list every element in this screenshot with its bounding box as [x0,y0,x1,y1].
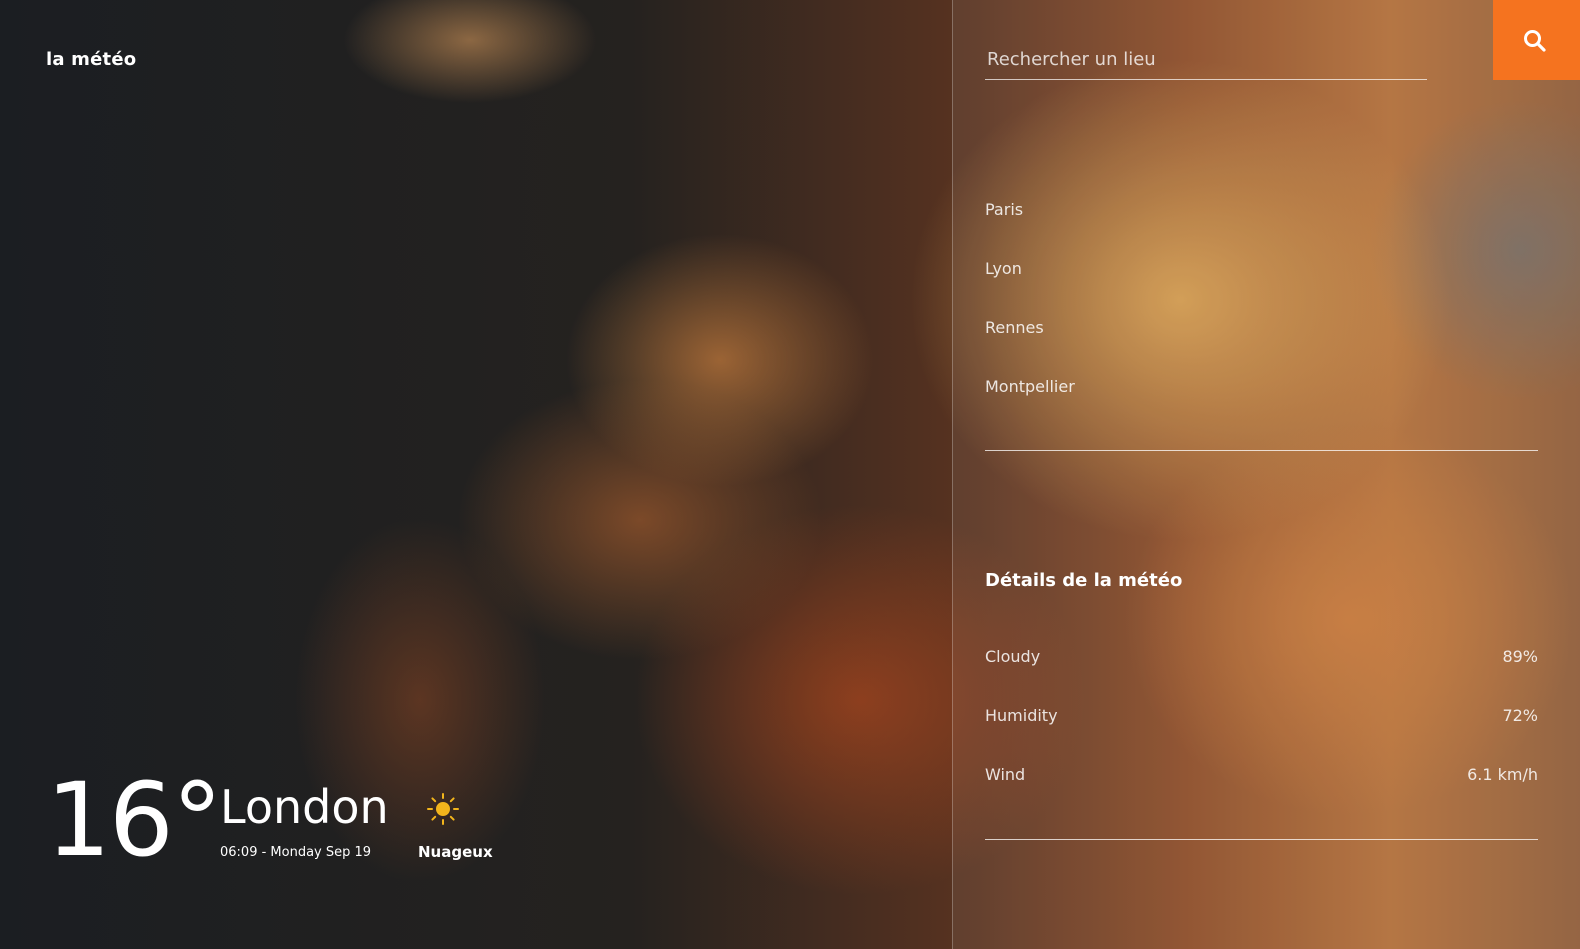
detail-value: 6.1 km/h [1467,765,1538,784]
city-item-montpellier[interactable]: Montpellier [985,367,1538,426]
search-icon [1524,30,1546,52]
weather-details: Cloudy 89% Humidity 72% Wind 6.1 km/h [985,645,1538,822]
current-datetime: 06:09 - Monday Sep 19 [220,845,372,860]
detail-value: 89% [1502,647,1538,666]
divider [985,839,1538,840]
current-city: London [220,780,389,834]
detail-label: Humidity [985,706,1058,725]
detail-row-wind: Wind 6.1 km/h [985,763,1538,822]
brand-logo[interactable]: la météo [46,49,136,70]
detail-label: Cloudy [985,647,1041,666]
weather-app: la météo 16° London 06:09 - Monday Sep 1… [0,0,1580,949]
city-item-rennes[interactable]: Rennes [985,308,1538,367]
detail-label: Wind [985,765,1026,784]
search-button[interactable] [1493,0,1580,80]
current-condition: Nuageux [418,843,493,861]
detail-row-humidity: Humidity 72% [985,704,1538,763]
side-panel: Paris Lyon Rennes Montpellier Détails de… [952,0,1580,949]
sun-icon [426,792,460,826]
search-input[interactable] [985,40,1427,80]
divider [985,450,1538,451]
current-temperature: 16° [46,761,223,880]
city-item-paris[interactable]: Paris [985,190,1538,249]
detail-row-cloudy: Cloudy 89% [985,645,1538,704]
detail-value: 72% [1502,706,1538,725]
city-list: Paris Lyon Rennes Montpellier [985,190,1538,426]
city-item-lyon[interactable]: Lyon [985,249,1538,308]
details-title: Détails de la météo [985,570,1183,591]
